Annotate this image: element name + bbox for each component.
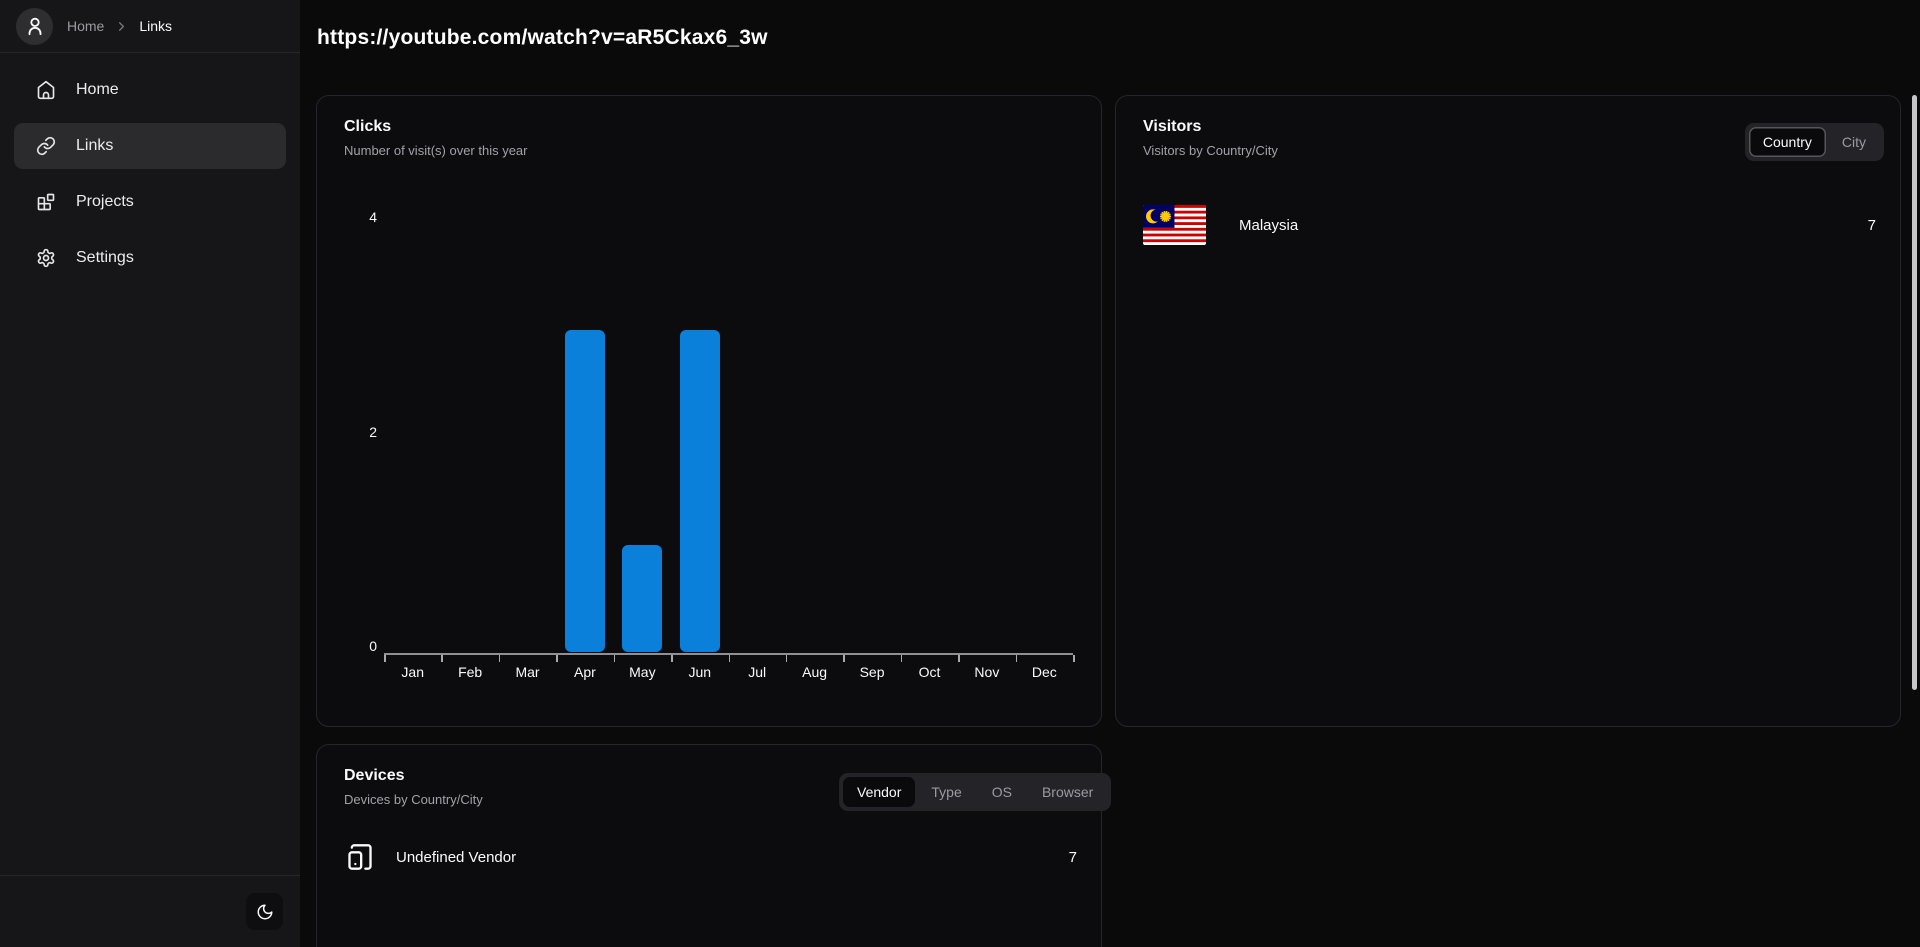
x-axis-label-oct: Oct: [919, 664, 941, 680]
x-axis-tick: [499, 655, 501, 662]
x-axis-label-feb: Feb: [458, 664, 482, 680]
main-content: https://youtube.com/watch?v=aR5Ckax6_3w …: [300, 0, 1920, 947]
devices-tabs: VendorTypeOSBrowser: [839, 773, 1111, 811]
sidebar-nav: Home Links Projects: [0, 53, 300, 295]
chevron-right-icon: [114, 19, 129, 34]
breadcrumb-home[interactable]: Home: [67, 18, 104, 34]
moon-icon: [256, 903, 274, 921]
visitors-card-subtitle: Visitors by Country/City: [1143, 143, 1278, 158]
x-axis-label-nov: Nov: [974, 664, 999, 680]
tab-type[interactable]: Type: [917, 777, 975, 807]
sidebar-item-settings[interactable]: Settings: [14, 235, 286, 281]
x-axis-tick: [671, 655, 673, 662]
x-axis-tick: [384, 655, 386, 662]
x-axis-tick: [614, 655, 616, 662]
visitor-row: Malaysia 7: [1143, 205, 1876, 245]
sidebar-item-label: Home: [76, 81, 119, 99]
x-axis-tick: [1016, 655, 1018, 662]
devices-card-title: Devices: [344, 767, 483, 785]
scrollbar-thumb[interactable]: [1912, 95, 1917, 690]
blocks-icon: [36, 192, 56, 212]
tab-browser[interactable]: Browser: [1028, 777, 1107, 807]
house-icon: [36, 80, 56, 100]
visitor-count: 7: [1868, 217, 1876, 234]
visitors-country-city-toggle: CountryCity: [1745, 123, 1884, 161]
x-axis-label-mar: Mar: [515, 664, 539, 680]
x-axis-tick: [958, 655, 960, 662]
visitors-card-header: Visitors Visitors by Country/City: [1143, 118, 1278, 158]
topbar: Home Links: [0, 0, 300, 53]
sidebar-item-home[interactable]: Home: [14, 67, 286, 113]
page-title: https://youtube.com/watch?v=aR5Ckax6_3w: [317, 26, 768, 50]
devices-card: Devices Devices by Country/City VendorTy…: [316, 744, 1102, 947]
device-row: Undefined Vendor 7: [346, 843, 1077, 871]
toggle-option-country[interactable]: Country: [1749, 127, 1826, 157]
y-axis-tick-label: 2: [337, 424, 377, 440]
chart-bar-may: [622, 545, 662, 652]
clicks-bar-chart: 0 2 4 Jan Feb Mar Apr May Jun Jul Aug Sep Oct Nov Dec: [317, 96, 1101, 726]
device-count: 7: [1069, 849, 1077, 866]
x-axis-label-jul: Jul: [748, 664, 766, 680]
sidebar-item-projects[interactable]: Projects: [14, 179, 286, 225]
x-axis-label-jun: Jun: [688, 664, 711, 680]
chart-bar-jun: [680, 330, 720, 652]
x-axis-label-aug: Aug: [802, 664, 827, 680]
x-axis-tick: [441, 655, 443, 662]
theme-toggle-button[interactable]: [246, 893, 283, 930]
x-axis-tick: [843, 655, 845, 662]
avatar[interactable]: [16, 8, 53, 45]
sidebar-item-links[interactable]: Links: [14, 123, 286, 169]
y-axis-tick-label: 0: [337, 638, 377, 654]
visitors-card-title: Visitors: [1143, 118, 1278, 136]
sidebar-item-label: Projects: [76, 193, 134, 211]
sidebar-item-label: Settings: [76, 249, 134, 267]
devices-card-subtitle: Devices by Country/City: [344, 792, 483, 807]
breadcrumb: Home Links: [67, 18, 172, 34]
gear-icon: [36, 248, 56, 268]
tab-vendor[interactable]: Vendor: [843, 777, 915, 807]
chart-bar-apr: [565, 330, 605, 652]
x-axis-label-dec: Dec: [1032, 664, 1057, 680]
sidebar: Home Links Home Links: [0, 0, 300, 947]
tablet-smartphone-icon: [346, 843, 374, 871]
sidebar-item-label: Links: [76, 137, 113, 155]
breadcrumb-links[interactable]: Links: [139, 18, 172, 34]
visitor-country-label: Malaysia: [1239, 217, 1298, 234]
sidebar-footer: [0, 875, 300, 947]
y-axis-tick-label: 4: [337, 209, 377, 225]
toggle-option-city[interactable]: City: [1828, 127, 1880, 157]
x-axis-tick: [901, 655, 903, 662]
tab-os[interactable]: OS: [978, 777, 1026, 807]
x-axis-label-jan: Jan: [401, 664, 424, 680]
devices-card-header: Devices Devices by Country/City: [344, 767, 483, 807]
x-axis-tick: [729, 655, 731, 662]
x-axis-tick: [556, 655, 558, 662]
x-axis-label-apr: Apr: [574, 664, 596, 680]
x-axis-tick: [786, 655, 788, 662]
visitors-card: Visitors Visitors by Country/City Countr…: [1115, 95, 1901, 727]
x-axis-label-may: May: [629, 664, 655, 680]
user-icon: [24, 15, 46, 37]
device-vendor-label: Undefined Vendor: [396, 849, 516, 866]
link-icon: [36, 136, 56, 156]
x-axis-tick: [1073, 655, 1075, 662]
clicks-card: Clicks Number of visit(s) over this year…: [316, 95, 1102, 727]
x-axis-label-sep: Sep: [860, 664, 885, 680]
malaysia-flag: [1143, 205, 1206, 245]
